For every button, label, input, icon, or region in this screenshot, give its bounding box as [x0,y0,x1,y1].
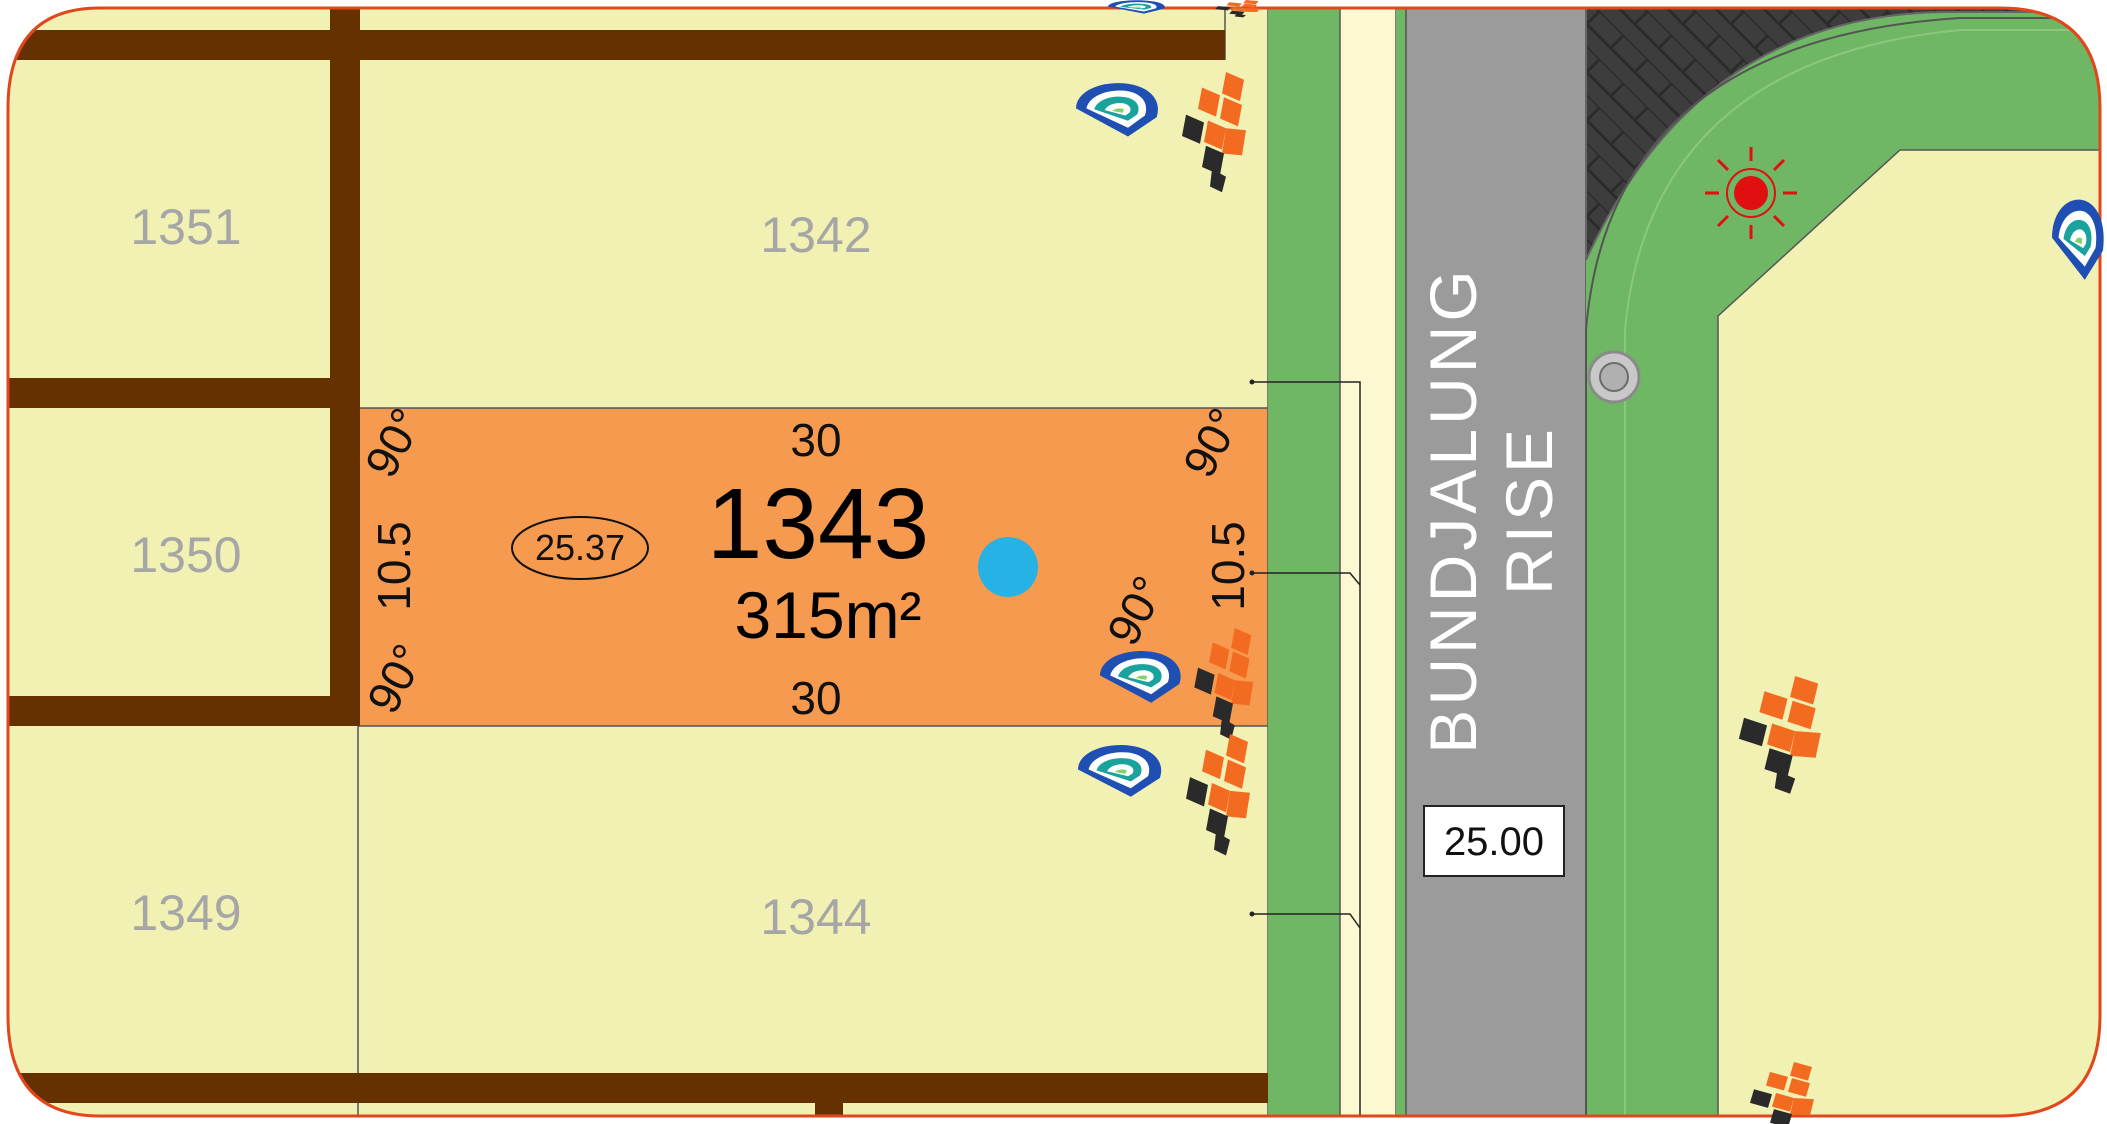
lot-oval-label: 25.37 [535,527,625,568]
road-name-line1: BUNDJALUNG [1416,266,1490,753]
lot-label-1349: 1349 [130,885,241,941]
lot-frontage-bottom: 30 [790,672,841,724]
featured-lot-number: 1343 [707,468,929,580]
lot-label-1350: 1350 [130,527,241,583]
lot-label-1344: 1344 [760,889,871,945]
lot-depth-right: 10.5 [1202,521,1254,611]
lot-plan-map: 1351 1342 1350 1349 1344 30 30 1343 315m… [6,0,2104,1124]
street-light-icon [1705,147,1797,239]
lot-label-1351: 1351 [130,199,241,255]
road-name-line2: RISE [1492,425,1566,595]
lot-frontage-top: 30 [790,414,841,466]
lot-marker-icon[interactable] [978,537,1038,597]
road-width-label: 25.00 [1444,820,1544,864]
lot-depth-left: 10.5 [368,521,420,611]
lot-label-1342: 1342 [760,207,871,263]
featured-lot-area: 315m² [734,578,921,652]
service-pit-icon [1587,350,1641,404]
